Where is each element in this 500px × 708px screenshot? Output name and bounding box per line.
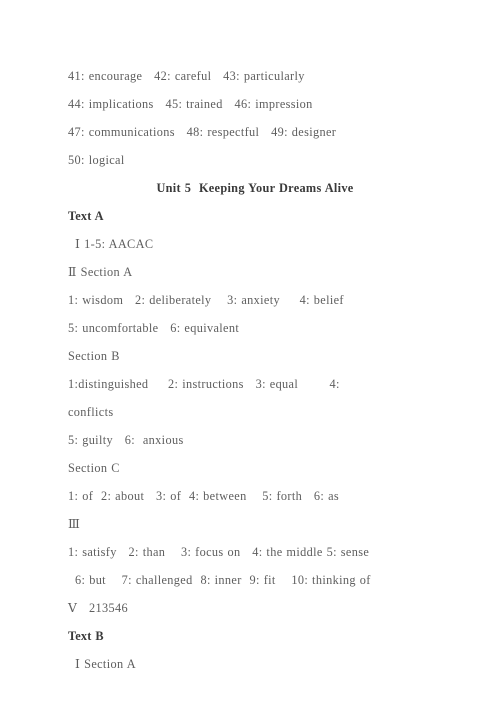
text-a-part-5: Ⅴ 213546 — [68, 601, 128, 615]
text-b-part-1: Ⅰ Section A — [75, 657, 136, 671]
sec-a-answers-1: 1: wisdom 2: deliberately 3: anxiety 4: … — [68, 293, 344, 307]
text-a-part-3: Ⅲ — [68, 517, 81, 531]
text-a-heading: Text A — [68, 209, 104, 223]
text-b-heading: Text B — [68, 629, 104, 643]
vocab-50: 50: logical — [68, 153, 125, 167]
vocab-41-43: 41: encourage 42: careful 43: particular… — [68, 69, 305, 83]
sec-a-answers-2: 5: uncomfortable 6: equivalent — [68, 321, 240, 335]
text-a-part-2: Ⅱ Section A — [68, 265, 133, 279]
section-c-label: Section C — [68, 461, 120, 475]
sec-b-answers-3: 5: guilty 6: anxious — [68, 433, 184, 447]
sec-b-answers-2: conflicts — [68, 405, 114, 419]
part-3-answers-1: 1: satisfy 2: than 3: focus on 4: the mi… — [68, 545, 370, 559]
vocab-47-49: 47: communications 48: respectful 49: de… — [68, 125, 337, 139]
text-a-part-1: Ⅰ 1-5: AACAC — [75, 237, 154, 251]
part-3-answers-2: 6: but 7: challenged 8: inner 9: fit 10:… — [75, 573, 371, 587]
document-body: 41: encourage 42: careful 43: particular… — [68, 62, 442, 678]
document-page: 41: encourage 42: careful 43: particular… — [0, 0, 500, 708]
vocab-44-46: 44: implications 45: trained 46: impress… — [68, 97, 313, 111]
sec-c-answers: 1: of 2: about 3: of 4: between 5: forth… — [68, 489, 340, 503]
sec-b-answers-1: 1:distinguished 2: instructions 3: equal… — [68, 377, 340, 391]
section-b-label: Section B — [68, 349, 120, 363]
unit-title: Unit 5 Keeping Your Dreams Alive — [156, 181, 354, 195]
